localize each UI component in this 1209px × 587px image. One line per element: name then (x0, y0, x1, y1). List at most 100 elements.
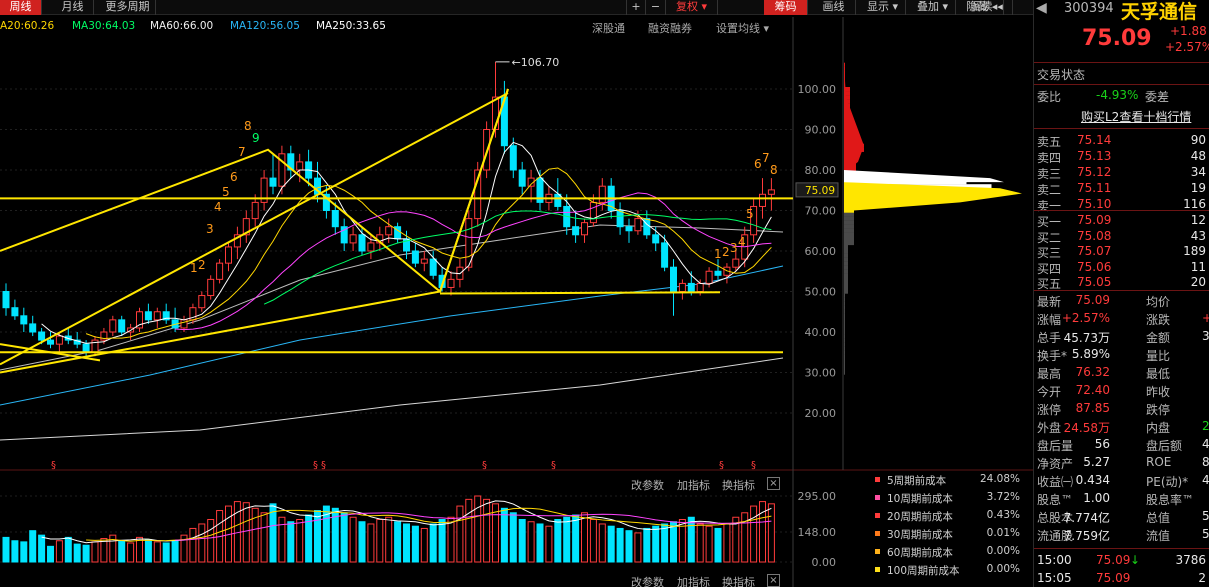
chip-bar (844, 281, 848, 286)
volume-tick-label: 148.00 (798, 526, 837, 539)
ma-settings-link[interactable]: 设置均线 ▾ (716, 20, 769, 36)
chip-bar (844, 313, 845, 318)
stat-value: 8 (1202, 455, 1209, 469)
stat-value: 75.09 (1075, 293, 1110, 307)
swap-indicator-button[interactable]: 换指标 (722, 477, 755, 493)
y-tick-label: 90.00 (805, 124, 837, 137)
candle-body (198, 295, 206, 309)
volume-bar (634, 532, 642, 563)
candle-body (358, 234, 366, 252)
swap-indicator-button[interactable]: 换指标 (722, 574, 755, 587)
volume-ma10-line (86, 507, 772, 542)
close-icon[interactable]: × (767, 477, 780, 490)
margin-trading-link[interactable]: 融资融券 (648, 20, 692, 36)
cost-row: 10周期前成本 3.72% (872, 489, 1030, 507)
shenguotong-link[interactable]: 深股通 (592, 20, 625, 36)
stat-label: 量比 (1146, 349, 1171, 363)
volume-bar (607, 525, 615, 563)
candle-body (411, 250, 419, 264)
cost-row: 100周期前成本 0.00% (872, 561, 1030, 579)
volume-bar (242, 502, 250, 563)
volume-bar (696, 523, 704, 563)
panel-scrollbar[interactable] (1033, 438, 1034, 462)
bid-row[interactable]: 买四 75.06 11 (1034, 259, 1209, 276)
stat-label: 换手* (1037, 349, 1068, 363)
bid-row[interactable]: 买五 75.05 20 (1034, 274, 1209, 291)
change-params-button[interactable]: 改参数 (631, 477, 664, 493)
chip-bar (844, 244, 848, 250)
stat-label: 最高 (1037, 367, 1062, 381)
chip-bar (844, 240, 854, 246)
chip-bar (844, 338, 845, 343)
stat-value: 45.73万 (1063, 331, 1110, 345)
volume-bar (429, 523, 437, 563)
candle-body (38, 331, 46, 341)
candle-body (385, 226, 393, 236)
candle-body (447, 278, 455, 288)
chip-bar (844, 366, 845, 371)
stat-value: 4 (1202, 473, 1209, 487)
cost-value: 0.01% (986, 527, 1020, 539)
volume-bar (358, 521, 366, 563)
volume-bar (518, 518, 526, 563)
ask-row[interactable]: 卖三 75.12 34 (1034, 164, 1209, 181)
ask-price: 75.10 (1077, 197, 1112, 211)
stat-value: 5.89% (1071, 347, 1110, 361)
candle-body (732, 258, 740, 268)
chip-bar (844, 285, 848, 290)
add-indicator-button[interactable]: 加指标 (677, 574, 710, 587)
cost-value: 3.72% (986, 491, 1020, 503)
chip-bar (844, 253, 848, 258)
candle-body (216, 262, 224, 280)
bid-row[interactable]: 买二 75.08 43 (1034, 228, 1209, 245)
candle-body (153, 311, 161, 321)
candle-body (11, 307, 19, 317)
chip-bar (844, 224, 854, 229)
volume-bar (11, 540, 19, 563)
ask-row[interactable]: 卖四 75.13 48 (1034, 148, 1209, 165)
bid-row[interactable]: 买一 75.09 12 (1034, 212, 1209, 229)
candle-body (625, 226, 633, 232)
countdown-label: 3 (730, 241, 738, 255)
candle-body (20, 315, 28, 325)
signal-marker-icon: § (719, 460, 724, 471)
bid-price: 75.08 (1077, 228, 1112, 243)
candle-body (759, 193, 766, 207)
volume-bar (349, 516, 357, 563)
stat-value: 56 (1094, 437, 1110, 451)
bid-row[interactable]: 买三 75.07 189 (1034, 243, 1209, 260)
ma30-label: MA30:64.03 (72, 20, 136, 32)
tick-row: 15:05 75.09 2 (1034, 570, 1209, 587)
countdown-label: 4 (214, 200, 222, 214)
chip-bar (844, 232, 854, 237)
stat-label: 股息™ (1037, 493, 1074, 507)
l2-purchase-link[interactable]: 购买L2查看十档行情 (1081, 108, 1191, 125)
volume-tick-label: 0.00 (812, 556, 837, 569)
signal-marker-icon: § (482, 460, 487, 471)
volume-bar (91, 541, 99, 563)
ask-row[interactable]: 卖五 75.14 90 (1034, 132, 1209, 149)
stat-value: 76.32 (1075, 365, 1110, 379)
y-tick-label: 20.00 (805, 407, 837, 420)
stat-value: 7.759亿 (1063, 529, 1110, 543)
candle-body (589, 201, 597, 224)
stat-label: 涨幅 (1037, 313, 1062, 327)
candle-body (251, 201, 259, 220)
volume-bar (189, 527, 197, 563)
signal-marker-icon: § (321, 460, 326, 471)
close-icon[interactable]: × (767, 574, 780, 587)
signal-marker-icon: § (51, 460, 56, 471)
ask-row[interactable]: 卖二 75.11 19 (1034, 180, 1209, 197)
volume-bar (153, 541, 161, 563)
volume-bar (438, 518, 446, 563)
cost-label: 10周期前成本 (887, 493, 953, 505)
legend-dot-icon (875, 513, 880, 518)
volume-bar (563, 516, 571, 563)
volume-bar (625, 530, 633, 563)
back-arrow-icon[interactable]: ◀ (1036, 0, 1047, 16)
change-params-button[interactable]: 改参数 (631, 574, 664, 587)
signal-marker-icon: § (313, 460, 318, 471)
add-indicator-button[interactable]: 加指标 (677, 477, 710, 493)
stat-row: 外盘 24.58万 内盘 21 (1034, 418, 1209, 436)
chip-bar (844, 330, 845, 335)
